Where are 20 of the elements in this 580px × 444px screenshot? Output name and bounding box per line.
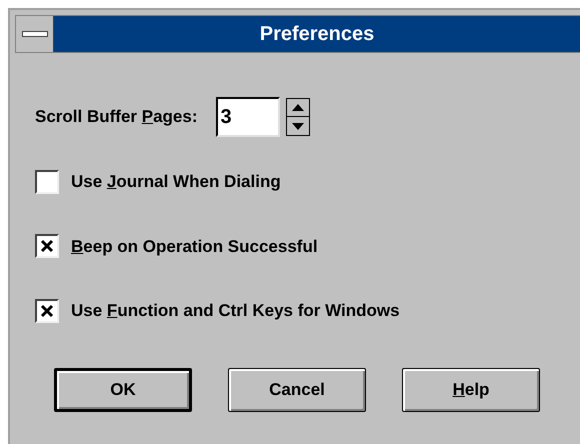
dialog-button[interactable]: Cancel (228, 368, 366, 412)
dialog-button[interactable]: Help (402, 368, 540, 412)
down-arrow-icon (292, 122, 304, 130)
window-title: Preferences (258, 22, 376, 47)
option-label: Beep on Operation Successful (71, 236, 318, 258)
dialog-button[interactable]: OK (54, 368, 192, 412)
spin-down-button[interactable] (286, 117, 310, 136)
check-x-icon (40, 239, 54, 254)
spin-up-button[interactable] (286, 98, 310, 117)
option-label: Use Function and Ctrl Keys for Windows (71, 300, 400, 322)
checkbox[interactable] (35, 234, 59, 258)
up-arrow-icon (292, 104, 304, 111)
option-label: Use Journal When Dialing (71, 171, 281, 193)
checkbox[interactable] (35, 298, 59, 323)
scroll-buffer-field[interactable]: 3 (216, 97, 280, 137)
scroll-buffer-label: Scroll Buffer Pages: (35, 106, 198, 128)
menu-bar-icon (22, 31, 48, 37)
system-menu-button[interactable] (16, 16, 54, 52)
check-x-icon (40, 304, 54, 318)
checkbox[interactable] (35, 170, 59, 194)
